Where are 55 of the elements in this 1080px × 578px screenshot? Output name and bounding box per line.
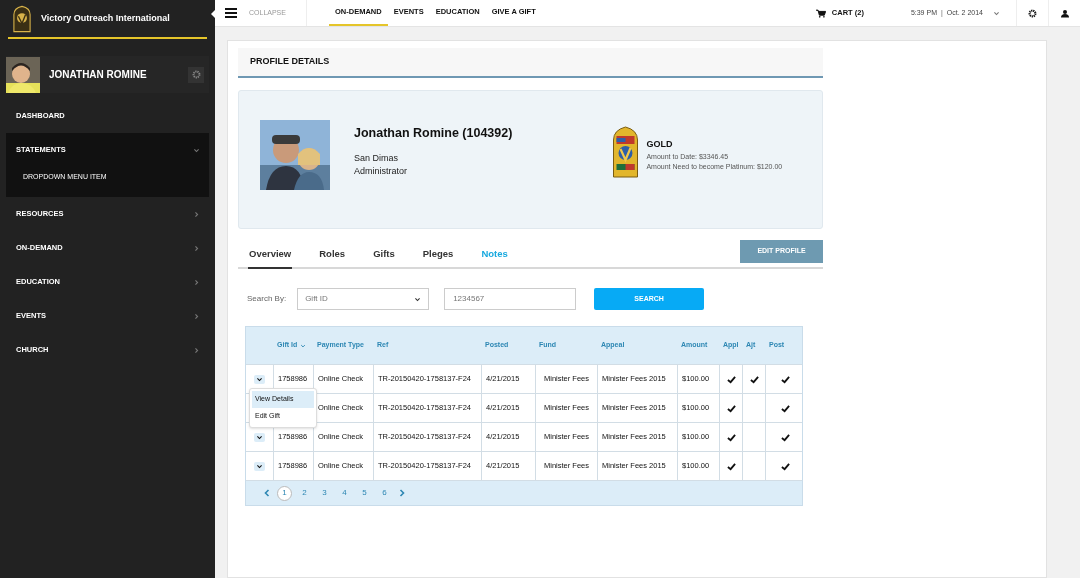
search-label: Search By: — [247, 293, 287, 305]
chevron-icon — [193, 244, 200, 252]
profile-role: Administrator — [354, 165, 408, 179]
previous-icon — [262, 488, 272, 498]
profile-tab[interactable]: Overview — [248, 246, 293, 269]
profile-name: Jonathan Romine (104392) — [354, 125, 513, 142]
logo-icon — [13, 4, 31, 33]
chevron-icon — [414, 295, 422, 303]
page-link[interactable]: 5 — [357, 485, 372, 501]
settings-button[interactable] — [188, 66, 204, 83]
check-icon — [749, 374, 759, 384]
check-icon — [780, 461, 790, 471]
check-icon — [780, 403, 790, 413]
page-link[interactable]: 6 — [377, 485, 392, 501]
check-icon — [780, 374, 790, 384]
chevron-icon — [256, 375, 263, 383]
profile-tab[interactable]: Notes — [480, 246, 509, 269]
brand-name: Victory Outreach International — [41, 11, 170, 25]
chevron-icon — [993, 9, 1000, 17]
check-icon — [726, 461, 736, 471]
check-icon — [726, 374, 736, 384]
settings-icon[interactable] — [1028, 8, 1037, 18]
cart-icon — [815, 8, 826, 18]
badge-icon — [612, 126, 640, 178]
settings-icon — [191, 70, 201, 79]
profile-tab[interactable]: Pleges — [421, 246, 455, 269]
profile-tab[interactable]: Gifts — [372, 246, 396, 269]
check-icon — [726, 432, 736, 442]
search-by-select[interactable]: Gift ID — [297, 288, 430, 310]
sort-icon — [300, 342, 307, 349]
chevron-icon — [256, 433, 263, 441]
chevron-icon — [193, 278, 200, 286]
user-name: JONATHAN ROMINE — [49, 68, 148, 82]
chevron-icon — [256, 462, 263, 470]
chevron-icon — [193, 210, 200, 218]
search-field[interactable]: 1234567 — [444, 288, 577, 310]
check-icon — [780, 432, 790, 442]
page-link[interactable]: 1 — [277, 485, 292, 501]
profile-tab[interactable]: Roles — [318, 246, 347, 269]
menu-icon[interactable] — [225, 8, 237, 18]
chevron-icon — [193, 312, 200, 320]
section-title: PROFILE DETAILS — [250, 55, 330, 69]
member-level: GOLD — [646, 138, 674, 151]
profile-location: San Dimas — [354, 151, 399, 165]
next-icon — [397, 488, 407, 498]
page-link[interactable]: 3 — [317, 485, 332, 501]
user-icon[interactable] — [1060, 8, 1069, 18]
chevron-icon — [193, 146, 200, 154]
page-link[interactable]: 4 — [337, 485, 352, 501]
row-expand-button[interactable] — [254, 461, 265, 471]
row-expand-button[interactable] — [254, 374, 265, 384]
check-icon — [726, 403, 736, 413]
page-link[interactable]: 2 — [297, 485, 312, 501]
row-expand-button[interactable] — [254, 432, 265, 442]
chevron-icon — [193, 346, 200, 354]
